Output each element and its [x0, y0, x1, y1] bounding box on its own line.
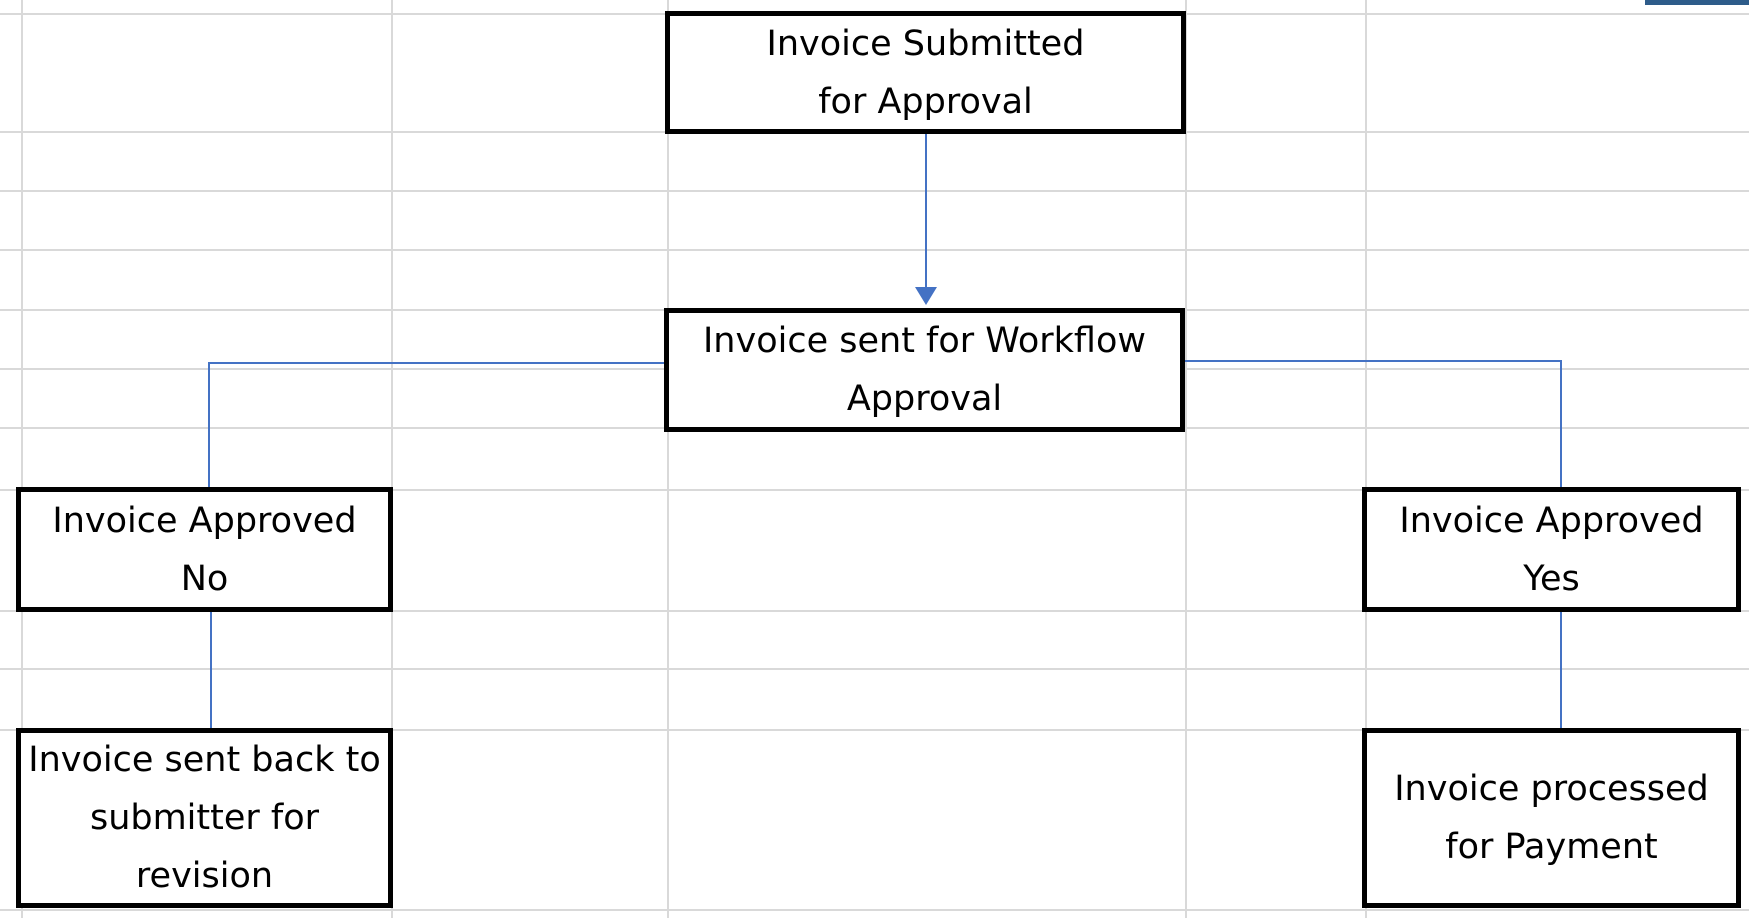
- node-text-line: Invoice sent back to: [28, 740, 381, 780]
- arrowhead-down-icon: [915, 287, 937, 305]
- node-text-line: Yes: [1523, 558, 1580, 599]
- node-text-line: submitter for: [89, 798, 320, 838]
- node-text-line: Approval: [846, 379, 1003, 419]
- node-text-line: No: [180, 558, 229, 599]
- node-text-line: Invoice sent for Workflow: [702, 321, 1147, 361]
- node-approved-no: Invoice Approved No: [16, 487, 393, 612]
- node-text-line: Invoice Approved: [52, 500, 357, 541]
- node-text-line: revision: [135, 856, 274, 896]
- node-approved-yes: Invoice Approved Yes: [1362, 487, 1741, 612]
- connector-workflow-to-no: [208, 362, 668, 491]
- node-text-line: Invoice Submitted: [766, 23, 1085, 64]
- node-text-line: for Payment: [1445, 827, 1658, 867]
- node-invoice-submitted: Invoice Submitted for Approval: [665, 11, 1186, 134]
- node-sent-back-revision: Invoice sent back to submitter for revis…: [16, 728, 393, 908]
- corner-tab: [1645, 0, 1749, 5]
- node-processed-payment: Invoice processed for Payment: [1362, 728, 1741, 908]
- node-text-line: Invoice Approved: [1399, 500, 1704, 541]
- node-text-line: Invoice processed: [1394, 769, 1709, 809]
- node-text-line: for Approval: [818, 81, 1033, 122]
- node-workflow-approval: Invoice sent for Workflow Approval: [664, 308, 1185, 432]
- connector-workflow-to-yes: [1183, 360, 1562, 490]
